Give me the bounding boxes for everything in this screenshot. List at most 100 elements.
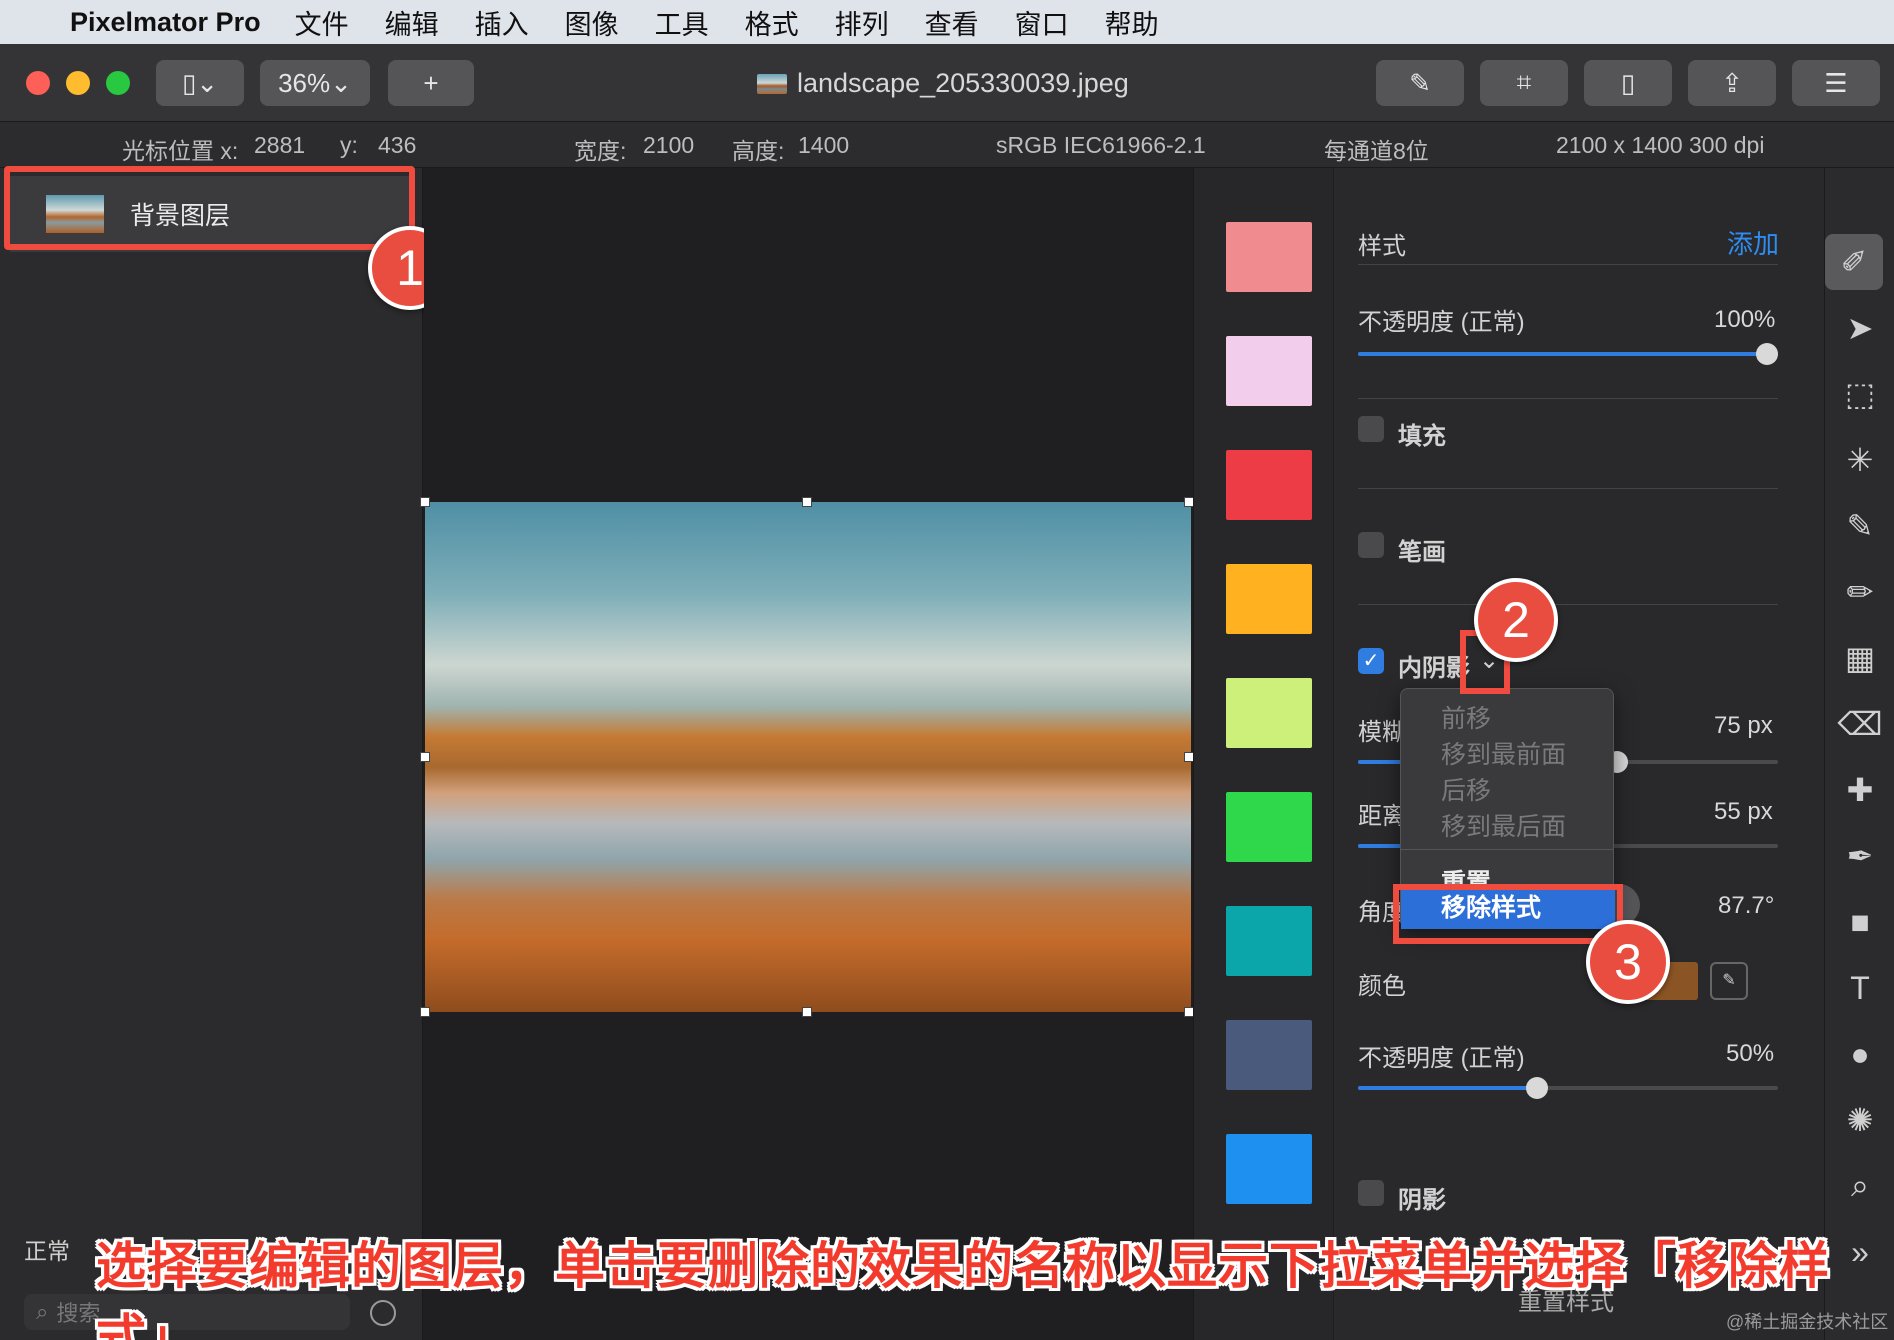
erase-icon[interactable]: ⌫ xyxy=(1825,696,1894,752)
menu-tools[interactable]: 工具 xyxy=(655,3,709,42)
distance-label: 距离 xyxy=(1358,803,1406,830)
height-value: 1400 xyxy=(798,132,850,158)
document-filename: landscape_205330039.jpeg xyxy=(797,68,1129,98)
add-style-button[interactable]: 添加 xyxy=(1727,224,1779,261)
sidebar-toggle-button[interactable]: ▯⌄ xyxy=(156,60,244,106)
brush-icon: ✎ xyxy=(1409,67,1431,98)
opacity-label[interactable]: 不透明度 (正常) xyxy=(1358,302,1525,337)
watermark: @稀土掘金技术社区 xyxy=(1726,1312,1889,1332)
type-icon[interactable]: T xyxy=(1825,960,1894,1016)
color-adjust-icon[interactable]: ✎ xyxy=(1825,498,1894,554)
eyedropper-icon[interactable]: ✎ xyxy=(1710,962,1748,1000)
menu-view[interactable]: 查看 xyxy=(925,3,979,42)
share-button[interactable]: ⇪ xyxy=(1688,60,1776,106)
annotation-badge-2: 2 xyxy=(1474,578,1558,662)
style-swatch[interactable] xyxy=(1226,792,1312,862)
opacity-slider[interactable] xyxy=(1358,343,1778,365)
zoom-dropdown[interactable]: 36% ⌄ xyxy=(260,60,370,106)
canvas-area[interactable] xyxy=(420,168,1194,1340)
close-window-button[interactable] xyxy=(26,71,50,95)
rectangle-select-icon[interactable]: ⬚ xyxy=(1825,366,1894,422)
menu-item-send-to-back[interactable]: 移到最后面 xyxy=(1441,807,1566,843)
resize-handle[interactable] xyxy=(420,752,430,762)
retouch-icon[interactable]: ✚ xyxy=(1825,762,1894,818)
effects-icon[interactable]: ● xyxy=(1825,1026,1894,1082)
distort-icon[interactable]: ✺ xyxy=(1825,1092,1894,1148)
style-tool-icon[interactable]: ✐ xyxy=(1825,234,1883,290)
divider xyxy=(1358,488,1778,489)
resize-handle[interactable] xyxy=(802,497,812,507)
gradient-icon[interactable]: ▦ xyxy=(1825,630,1894,686)
add-button[interactable]: + xyxy=(388,60,474,106)
menu-arrange[interactable]: 排列 xyxy=(835,3,889,42)
fill-checkbox[interactable] xyxy=(1358,416,1384,442)
resize-handle[interactable] xyxy=(802,1007,812,1017)
inner-shadow-checkbox[interactable]: ✓ xyxy=(1358,648,1384,674)
resize-handle[interactable] xyxy=(420,497,430,507)
arrange-tool-icon[interactable]: ➤ xyxy=(1825,300,1894,356)
style-swatch[interactable] xyxy=(1226,1134,1312,1204)
bit-depth: 每通道8位 xyxy=(1324,138,1429,164)
distance-value: 55 px xyxy=(1714,798,1773,825)
height-label: 高度: xyxy=(732,138,785,164)
sidebar-icon: ▯⌄ xyxy=(181,67,219,98)
info-bar: 光标位置 x: 2881 y: 436 宽度: 2100 高度: 1400 sR… xyxy=(0,122,1894,168)
menu-file[interactable]: 文件 xyxy=(295,3,349,42)
menu-item-bring-to-front[interactable]: 移到最前面 xyxy=(1441,735,1566,771)
style-swatch[interactable] xyxy=(1226,222,1312,292)
crop-icon: ⌗ xyxy=(1516,67,1532,97)
resize-handle[interactable] xyxy=(420,1007,430,1017)
markup-button[interactable]: ✎ xyxy=(1376,60,1464,106)
document-icon: ▯ xyxy=(1620,67,1636,98)
document-thumbnail xyxy=(757,73,787,94)
cursor-x-label: 光标位置 x: xyxy=(122,138,239,164)
menu-window[interactable]: 窗口 xyxy=(1015,3,1069,42)
menu-separator xyxy=(1401,849,1613,850)
style-swatch[interactable] xyxy=(1226,1020,1312,1090)
zoom-window-button[interactable] xyxy=(106,71,130,95)
zoom-icon[interactable]: ⌕ xyxy=(1825,1158,1894,1214)
blur-label: 模糊 xyxy=(1358,719,1406,746)
menu-edit[interactable]: 编辑 xyxy=(385,3,439,42)
minimize-window-button[interactable] xyxy=(66,71,90,95)
search-icon: ⌕ xyxy=(36,1299,49,1324)
opacity2-slider[interactable] xyxy=(1358,1077,1778,1099)
menu-item-move-forward[interactable]: 前移 xyxy=(1441,699,1491,735)
crop-button[interactable]: ⌗ xyxy=(1480,60,1568,106)
shadow-checkbox[interactable] xyxy=(1358,1180,1384,1206)
style-swatch[interactable] xyxy=(1226,564,1312,634)
document-button[interactable]: ▯ xyxy=(1584,60,1672,106)
blend-mode-selector[interactable]: 正常 xyxy=(24,1232,70,1266)
adjustments-button[interactable]: ☰ xyxy=(1792,60,1880,106)
menu-help[interactable]: 帮助 xyxy=(1105,3,1159,42)
color-profile: sRGB IEC61966-2.1 xyxy=(996,132,1206,158)
opacity2-value: 50% xyxy=(1726,1040,1775,1067)
paint-brush-icon[interactable]: ✏ xyxy=(1825,564,1894,620)
quick-select-icon[interactable]: ✳ xyxy=(1825,432,1894,488)
layers-panel: 背景图层 xyxy=(0,168,423,1340)
document-title: landscape_205330039.jpeg xyxy=(757,68,1129,99)
style-swatch[interactable] xyxy=(1226,336,1312,406)
menu-app-name[interactable]: Pixelmator Pro xyxy=(70,7,261,38)
shape-icon[interactable]: ■ xyxy=(1825,894,1894,950)
divider xyxy=(1358,604,1778,605)
shadow-label[interactable]: 阴影 xyxy=(1398,1180,1446,1215)
menu-image[interactable]: 图像 xyxy=(565,3,619,42)
menu-insert[interactable]: 插入 xyxy=(475,3,529,42)
annotation-highlight-3 xyxy=(1393,884,1623,944)
style-swatch[interactable] xyxy=(1226,450,1312,520)
stroke-label[interactable]: 笔画 xyxy=(1398,532,1446,567)
menu-format[interactable]: 格式 xyxy=(745,3,799,42)
style-swatches xyxy=(1193,168,1333,1340)
opacity2-label[interactable]: 不透明度 (正常) xyxy=(1358,1038,1525,1073)
fill-label[interactable]: 填充 xyxy=(1398,416,1446,451)
landscape-image[interactable] xyxy=(425,502,1191,1012)
pen-icon[interactable]: ✒ xyxy=(1825,828,1894,884)
style-swatch[interactable] xyxy=(1226,906,1312,976)
style-swatch[interactable] xyxy=(1226,678,1312,748)
menu-item-move-backward[interactable]: 后移 xyxy=(1441,771,1491,807)
width-value: 2100 xyxy=(643,132,695,158)
stroke-checkbox[interactable] xyxy=(1358,532,1384,558)
cursor-y-label: y: xyxy=(340,132,358,158)
color-label: 颜色 xyxy=(1358,973,1406,1000)
